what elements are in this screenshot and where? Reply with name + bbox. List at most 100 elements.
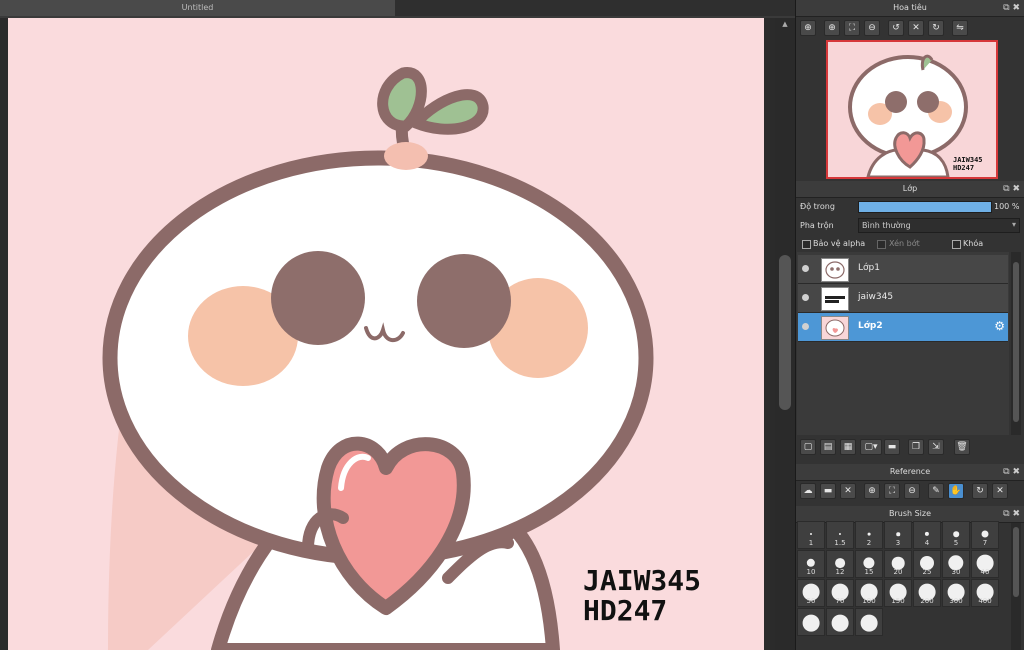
actual-size-icon[interactable]: ✕: [992, 483, 1008, 499]
protect-alpha-label: Bảo vệ alpha: [813, 239, 866, 248]
brush-size-cell[interactable]: 3: [884, 521, 912, 549]
duplicate-icon[interactable]: ❐: [908, 439, 924, 455]
brush-size-cell[interactable]: 12: [826, 550, 854, 578]
watermark-line1: JAIW345: [583, 564, 701, 597]
brush-dot: [924, 531, 930, 537]
brush-size-cell[interactable]: 7: [971, 521, 999, 549]
brush-size-label: 100: [862, 597, 876, 605]
layer-thumbnail: [821, 316, 849, 340]
brush-size-label: 25: [922, 568, 932, 576]
hand-icon[interactable]: ✋: [948, 483, 964, 499]
brush-size-label: 50: [806, 597, 816, 605]
canvas-scroll-thumb[interactable]: [779, 255, 791, 410]
brush-dot: [835, 558, 845, 568]
new-layer-copy-icon[interactable]: ▤: [820, 439, 836, 455]
brush-size-cell[interactable]: 100: [855, 579, 883, 607]
layers-scrollbar[interactable]: [1011, 252, 1021, 435]
brush-size-cell[interactable]: 1.5: [826, 521, 854, 549]
navigator-title: Hoa tiêu: [893, 3, 927, 12]
new-layer-icon[interactable]: ▢: [800, 439, 816, 455]
close-icon[interactable]: ✕: [840, 483, 856, 499]
brush-size-cell[interactable]: 40: [971, 550, 999, 578]
panel-controls-icon[interactable]: ⧉ ✖: [1003, 181, 1020, 197]
navigator-header: Hoa tiêu ⧉ ✖: [796, 0, 1024, 17]
brush-size-label: 3: [895, 539, 901, 547]
reference-title: Reference: [889, 467, 931, 476]
eye-icon[interactable]: [802, 294, 809, 301]
zoom-in-icon[interactable]: ⊕: [864, 483, 880, 499]
brush-dot: [896, 532, 900, 536]
brush-size-cell[interactable]: 50: [797, 579, 825, 607]
panel-controls-icon[interactable]: ⧉ ✖: [1003, 506, 1020, 522]
brush-dot: [806, 558, 816, 568]
protect-alpha-checkbox[interactable]: [802, 240, 811, 249]
zoom-out-icon[interactable]: ⊖: [864, 20, 880, 36]
blend-mode-value: Bình thường: [862, 221, 911, 230]
layer-row[interactable]: jaiw345: [798, 284, 1008, 313]
layers-scroll-thumb[interactable]: [1013, 262, 1019, 422]
layer-thumbnail: [821, 287, 849, 311]
layer-row[interactable]: Lớp1: [798, 255, 1008, 284]
eyedropper-icon[interactable]: ✎: [928, 483, 944, 499]
brush-dot: [810, 533, 812, 535]
folder-icon[interactable]: ▬: [884, 439, 900, 455]
merge-icon[interactable]: ⇲: [928, 439, 944, 455]
opacity-slider[interactable]: [858, 201, 992, 213]
cloud-open-icon[interactable]: ☁: [800, 483, 816, 499]
panel-controls-icon[interactable]: ⧉ ✖: [1003, 464, 1020, 480]
brush-size-cell[interactable]: 25: [913, 550, 941, 578]
drawing-canvas[interactable]: JAIW345 HD247: [8, 18, 764, 650]
layers-header: Lớp ⧉ ✖: [796, 181, 1024, 198]
brush-size-label: 2: [866, 539, 872, 547]
flip-icon[interactable]: ⇋: [952, 20, 968, 36]
brush-size-cell[interactable]: [855, 608, 883, 636]
brush-size-cell[interactable]: 2: [855, 521, 883, 549]
gear-icon[interactable]: ⚙: [994, 319, 1005, 333]
brush-size-cell[interactable]: 400: [971, 579, 999, 607]
brush-size-cell[interactable]: 70: [826, 579, 854, 607]
lock-checkbox[interactable]: [952, 240, 961, 249]
opacity-value: 100 %: [994, 202, 1020, 211]
zoom-in-icon[interactable]: ⊕: [800, 20, 816, 36]
brush-size-cell[interactable]: 15: [855, 550, 883, 578]
brush-size-label: 5: [953, 539, 959, 547]
eye-icon[interactable]: [802, 265, 809, 272]
rotate-left-icon[interactable]: ↺: [888, 20, 904, 36]
layer-row[interactable]: Lớp2 ⚙: [798, 313, 1008, 342]
fit-icon[interactable]: ⛶: [844, 20, 860, 36]
folder-open-icon[interactable]: ▬: [820, 483, 836, 499]
add-layer-menu-icon[interactable]: ▢▾: [860, 439, 882, 455]
brush-size-label: 1.5: [834, 539, 846, 547]
brush-size-cell[interactable]: 20: [884, 550, 912, 578]
layer-thumbnail: [821, 258, 849, 282]
brush-size-cell[interactable]: 150: [884, 579, 912, 607]
new-raster-icon[interactable]: ▦: [840, 439, 856, 455]
brush-size-cell[interactable]: 1: [797, 521, 825, 549]
rotate-icon[interactable]: ↻: [972, 483, 988, 499]
clipping-checkbox[interactable]: [877, 240, 886, 249]
brush-size-label: 400: [978, 597, 992, 605]
panel-controls-icon[interactable]: ⧉ ✖: [1003, 0, 1020, 16]
brush-scroll-thumb[interactable]: [1013, 527, 1019, 597]
brush-size-cell[interactable]: 10: [797, 550, 825, 578]
brush-size-cell[interactable]: 5: [942, 521, 970, 549]
brush-size-cell[interactable]: [826, 608, 854, 636]
brush-size-cell[interactable]: 300: [942, 579, 970, 607]
blend-mode-select[interactable]: Bình thường ▾: [858, 218, 1020, 233]
delete-icon[interactable]: 🗑: [954, 439, 970, 455]
brush-size-cell[interactable]: 4: [913, 521, 941, 549]
document-tab[interactable]: Untitled: [0, 0, 396, 16]
navigator-preview[interactable]: JAIW345 HD247: [826, 40, 998, 179]
brush-size-cell[interactable]: [797, 608, 825, 636]
reference-header: Reference ⧉ ✖: [796, 464, 1024, 481]
scroll-up-icon[interactable]: ▲: [780, 20, 790, 30]
zoom-out-icon[interactable]: ⊖: [904, 483, 920, 499]
actual-size-icon[interactable]: ✕: [908, 20, 924, 36]
fit-icon[interactable]: ⛶: [884, 483, 900, 499]
brush-size-cell[interactable]: 200: [913, 579, 941, 607]
eye-icon[interactable]: [802, 323, 809, 330]
zoom-in-icon[interactable]: ⊕: [824, 20, 840, 36]
rotate-right-icon[interactable]: ↻: [928, 20, 944, 36]
brush-scrollbar[interactable]: [1011, 523, 1021, 650]
brush-size-cell[interactable]: 30: [942, 550, 970, 578]
